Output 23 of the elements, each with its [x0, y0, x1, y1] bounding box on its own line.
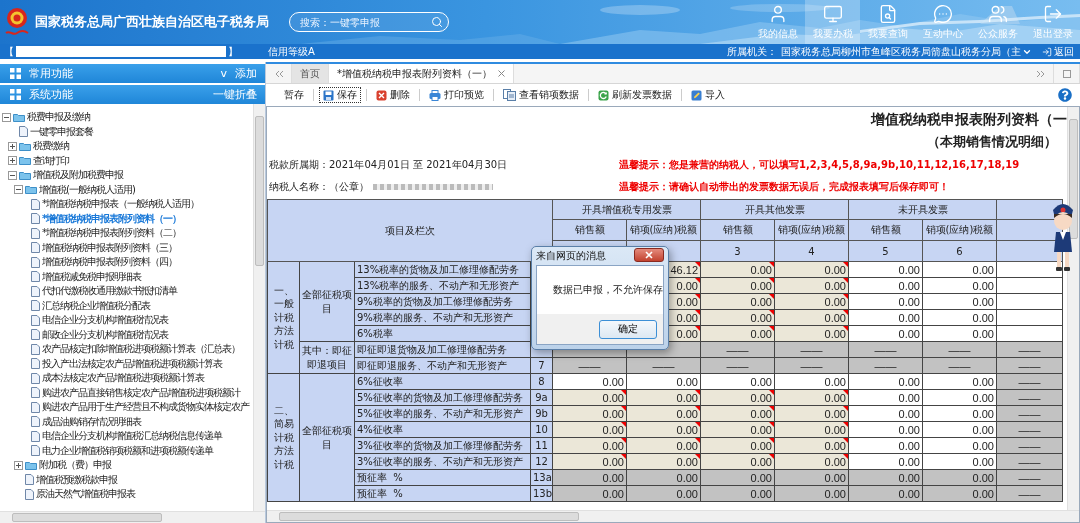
panel-title: 常用功能 — [29, 66, 74, 81]
report-subtitle: （本期销售情况明细） — [926, 133, 1057, 151]
tip-text: 温馨提示：您是兼营的纳税人，可以填写1,2,3,4,5,8,9a,9b,10,11,12,16,17,18,19 — [619, 158, 1021, 172]
credit-level: 信用等级A — [268, 44, 315, 59]
org-label: 所属机关： — [727, 44, 777, 59]
panel-title: 系统功能 — [29, 87, 74, 102]
tip-text: 温馨提示：请确认自动带出的发票数据无误后，完成报表填写后保存即可！ — [619, 180, 950, 194]
report-title: 增值税纳税申报表附列资料（一 — [869, 111, 1067, 129]
row-group-label: 二、简易计税方法计税 — [267, 373, 300, 502]
dialog-message: 数据已申报，不允许保存 — [553, 283, 663, 297]
bracket-text: 】 — [228, 44, 238, 59]
column-header: 未开具发票 — [848, 199, 997, 220]
dialog-title: 来自网页的消息 — [536, 249, 606, 263]
row-group-label: 全部征税项目 — [299, 373, 355, 502]
tax-period: 税款所属期：2021年04月01日 至 2021年04月30日 — [269, 158, 509, 172]
bracket-text: 【 — [4, 44, 14, 59]
column-header: 开具其他发票 — [700, 199, 849, 220]
row-group-label: 其中：即征即退项目 — [299, 341, 355, 374]
row-group-label: 一、一般计税方法计税 — [267, 261, 300, 374]
taxpayer-label: 纳税人名称：（公章） — [269, 180, 369, 194]
column-header: 开具增值税专用发票 — [552, 199, 701, 220]
site-title: 国家税务总局广西壮族自治区电子税务局 — [35, 13, 269, 31]
row-group-label: 全部征税项目 — [299, 261, 355, 342]
